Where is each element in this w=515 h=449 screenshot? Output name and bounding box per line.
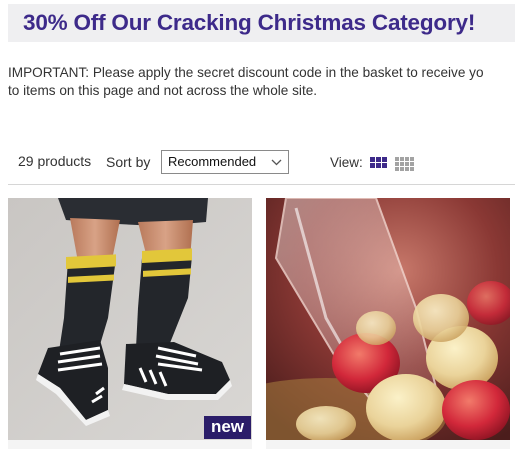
page-title: 30% Off Our Cracking Christmas Category! bbox=[23, 10, 476, 35]
product-caption-area bbox=[266, 440, 510, 449]
view-label: View: bbox=[330, 155, 363, 170]
product-image[interactable] bbox=[8, 198, 252, 440]
sort-select[interactable]: Recommended bbox=[161, 150, 289, 174]
product-card[interactable]: new bbox=[8, 198, 252, 440]
small-grid-view-icon[interactable] bbox=[395, 157, 414, 171]
product-caption-area bbox=[8, 440, 252, 449]
sort-selected-value: Recommended bbox=[168, 154, 257, 169]
chevron-down-icon bbox=[271, 151, 282, 182]
product-count: 29 products bbox=[18, 153, 92, 169]
notice-line-2: to items on this page and not across the… bbox=[8, 83, 318, 98]
notice-line-1: IMPORTANT: Please apply the secret disco… bbox=[8, 65, 484, 80]
product-toolbar: 29 products Sort by Recommended View: bbox=[8, 148, 515, 185]
discount-notice: IMPORTANT: Please apply the secret disco… bbox=[8, 64, 515, 100]
large-grid-view-icon[interactable] bbox=[370, 157, 387, 168]
sort-label: Sort by bbox=[106, 154, 151, 170]
product-card[interactable] bbox=[266, 198, 510, 440]
product-image[interactable] bbox=[266, 198, 510, 440]
new-badge: new bbox=[203, 416, 251, 439]
promo-banner: 30% Off Our Cracking Christmas Category! bbox=[8, 4, 515, 42]
